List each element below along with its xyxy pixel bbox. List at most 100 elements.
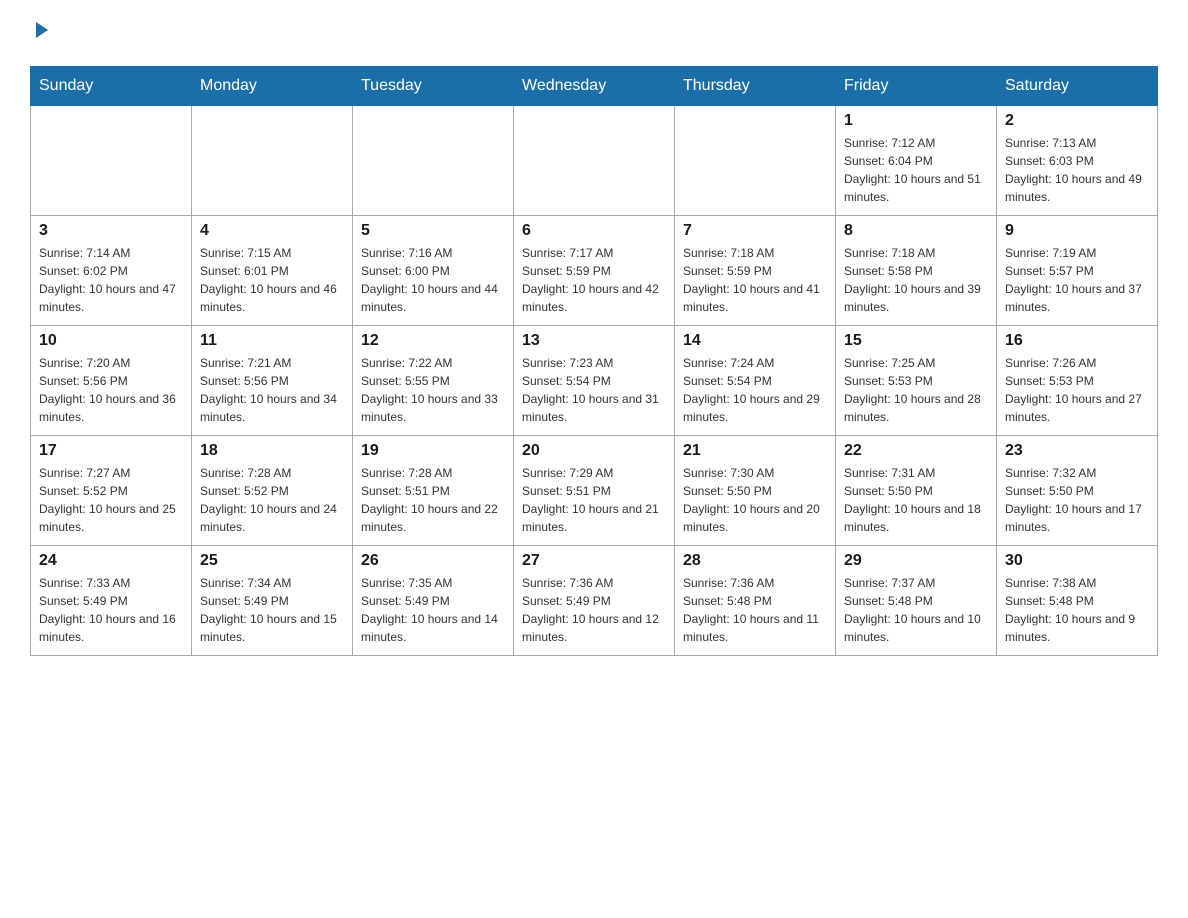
calendar-cell: 30 Sunrise: 7:38 AM Sunset: 5:48 PM Dayli…	[997, 546, 1158, 656]
weekday-header-monday: Monday	[192, 67, 353, 106]
day-number: 25	[200, 552, 344, 570]
calendar-cell: 16 Sunrise: 7:26 AM Sunset: 5:53 PM Dayli…	[997, 326, 1158, 436]
day-info: Sunrise: 7:33 AM Sunset: 5:49 PM Dayligh…	[39, 574, 183, 646]
calendar-cell: 13 Sunrise: 7:23 AM Sunset: 5:54 PM Dayli…	[514, 326, 675, 436]
day-info: Sunrise: 7:26 AM Sunset: 5:53 PM Dayligh…	[1005, 354, 1149, 426]
day-info: Sunrise: 7:25 AM Sunset: 5:53 PM Dayligh…	[844, 354, 988, 426]
day-info: Sunrise: 7:32 AM Sunset: 5:50 PM Dayligh…	[1005, 464, 1149, 536]
day-info: Sunrise: 7:17 AM Sunset: 5:59 PM Dayligh…	[522, 244, 666, 316]
calendar-cell: 9 Sunrise: 7:19 AM Sunset: 5:57 PM Daylig…	[997, 216, 1158, 326]
day-number: 23	[1005, 442, 1149, 460]
weekday-header-wednesday: Wednesday	[514, 67, 675, 106]
week-row-2: 3 Sunrise: 7:14 AM Sunset: 6:02 PM Daylig…	[31, 216, 1158, 326]
day-info: Sunrise: 7:16 AM Sunset: 6:00 PM Dayligh…	[361, 244, 505, 316]
calendar-cell: 19Sunrise: 7:28 AM Sunset: 5:51 PM Dayli…	[353, 436, 514, 546]
day-number: 10	[39, 332, 183, 350]
day-number: 18	[200, 442, 344, 460]
day-number: 17	[39, 442, 183, 460]
day-info: Sunrise: 7:30 AM Sunset: 5:50 PM Dayligh…	[683, 464, 827, 536]
day-info: Sunrise: 7:35 AM Sunset: 5:49 PM Dayligh…	[361, 574, 505, 646]
day-info: Sunrise: 7:31 AM Sunset: 5:50 PM Dayligh…	[844, 464, 988, 536]
calendar-cell	[353, 106, 514, 216]
calendar-cell: 8Sunrise: 7:18 AM Sunset: 5:58 PM Daylig…	[836, 216, 997, 326]
day-number: 13	[522, 332, 666, 350]
calendar-cell: 4 Sunrise: 7:15 AM Sunset: 6:01 PM Daylig…	[192, 216, 353, 326]
calendar-cell	[514, 106, 675, 216]
day-number: 28	[683, 552, 827, 570]
day-info: Sunrise: 7:21 AM Sunset: 5:56 PM Dayligh…	[200, 354, 344, 426]
calendar-cell: 17 Sunrise: 7:27 AM Sunset: 5:52 PM Dayli…	[31, 436, 192, 546]
calendar-cell: 5 Sunrise: 7:16 AM Sunset: 6:00 PM Daylig…	[353, 216, 514, 326]
weekday-header-tuesday: Tuesday	[353, 67, 514, 106]
week-row-1: 1 Sunrise: 7:12 AM Sunset: 6:04 PM Daylig…	[31, 106, 1158, 216]
week-row-4: 17 Sunrise: 7:27 AM Sunset: 5:52 PM Dayli…	[31, 436, 1158, 546]
logo-arrow-icon	[32, 20, 52, 46]
calendar-cell: 3 Sunrise: 7:14 AM Sunset: 6:02 PM Daylig…	[31, 216, 192, 326]
calendar-cell: 23 Sunrise: 7:32 AM Sunset: 5:50 PM Dayli…	[997, 436, 1158, 546]
weekday-header-friday: Friday	[836, 67, 997, 106]
day-info: Sunrise: 7:38 AM Sunset: 5:48 PM Dayligh…	[1005, 574, 1149, 646]
day-number: 30	[1005, 552, 1149, 570]
day-number: 22	[844, 442, 988, 460]
calendar-cell: 28 Sunrise: 7:36 AM Sunset: 5:48 PM Dayli…	[675, 546, 836, 656]
logo	[30, 20, 52, 46]
day-number: 7	[683, 222, 827, 240]
day-info: Sunrise: 7:23 AM Sunset: 5:54 PM Dayligh…	[522, 354, 666, 426]
day-number: 1	[844, 112, 988, 130]
day-number: 24	[39, 552, 183, 570]
weekday-header-saturday: Saturday	[997, 67, 1158, 106]
day-number: 6	[522, 222, 666, 240]
day-info: Sunrise: 7:12 AM Sunset: 6:04 PM Dayligh…	[844, 134, 988, 206]
calendar-table: SundayMondayTuesdayWednesdayThursdayFrid…	[30, 66, 1158, 656]
day-number: 9	[1005, 222, 1149, 240]
calendar-cell	[675, 106, 836, 216]
day-info: Sunrise: 7:29 AM Sunset: 5:51 PM Dayligh…	[522, 464, 666, 536]
calendar-cell: 2Sunrise: 7:13 AM Sunset: 6:03 PM Daylig…	[997, 106, 1158, 216]
calendar-cell: 25 Sunrise: 7:34 AM Sunset: 5:49 PM Dayli…	[192, 546, 353, 656]
day-info: Sunrise: 7:34 AM Sunset: 5:49 PM Dayligh…	[200, 574, 344, 646]
day-number: 15	[844, 332, 988, 350]
day-number: 20	[522, 442, 666, 460]
week-row-3: 10 Sunrise: 7:20 AM Sunset: 5:56 PM Dayli…	[31, 326, 1158, 436]
day-number: 26	[361, 552, 505, 570]
calendar-cell: 18 Sunrise: 7:28 AM Sunset: 5:52 PM Dayli…	[192, 436, 353, 546]
weekday-header-thursday: Thursday	[675, 67, 836, 106]
day-info: Sunrise: 7:19 AM Sunset: 5:57 PM Dayligh…	[1005, 244, 1149, 316]
day-info: Sunrise: 7:18 AM Sunset: 5:59 PM Dayligh…	[683, 244, 827, 316]
calendar-cell: 29Sunrise: 7:37 AM Sunset: 5:48 PM Dayli…	[836, 546, 997, 656]
calendar-cell: 15 Sunrise: 7:25 AM Sunset: 5:53 PM Dayli…	[836, 326, 997, 436]
day-number: 4	[200, 222, 344, 240]
day-number: 5	[361, 222, 505, 240]
day-number: 21	[683, 442, 827, 460]
calendar-cell: 26 Sunrise: 7:35 AM Sunset: 5:49 PM Dayli…	[353, 546, 514, 656]
calendar-cell: 12Sunrise: 7:22 AM Sunset: 5:55 PM Dayli…	[353, 326, 514, 436]
day-info: Sunrise: 7:36 AM Sunset: 5:49 PM Dayligh…	[522, 574, 666, 646]
weekday-header-sunday: Sunday	[31, 67, 192, 106]
weekday-header-row: SundayMondayTuesdayWednesdayThursdayFrid…	[31, 67, 1158, 106]
calendar-cell	[192, 106, 353, 216]
week-row-5: 24 Sunrise: 7:33 AM Sunset: 5:49 PM Dayli…	[31, 546, 1158, 656]
day-number: 3	[39, 222, 183, 240]
day-info: Sunrise: 7:15 AM Sunset: 6:01 PM Dayligh…	[200, 244, 344, 316]
day-number: 29	[844, 552, 988, 570]
day-info: Sunrise: 7:14 AM Sunset: 6:02 PM Dayligh…	[39, 244, 183, 316]
calendar-cell: 22 Sunrise: 7:31 AM Sunset: 5:50 PM Dayli…	[836, 436, 997, 546]
calendar-cell: 6 Sunrise: 7:17 AM Sunset: 5:59 PM Daylig…	[514, 216, 675, 326]
calendar-cell: 7 Sunrise: 7:18 AM Sunset: 5:59 PM Daylig…	[675, 216, 836, 326]
page-header	[30, 20, 1158, 46]
day-number: 16	[1005, 332, 1149, 350]
calendar-cell: 20 Sunrise: 7:29 AM Sunset: 5:51 PM Dayli…	[514, 436, 675, 546]
day-number: 27	[522, 552, 666, 570]
day-info: Sunrise: 7:27 AM Sunset: 5:52 PM Dayligh…	[39, 464, 183, 536]
day-number: 14	[683, 332, 827, 350]
day-info: Sunrise: 7:24 AM Sunset: 5:54 PM Dayligh…	[683, 354, 827, 426]
day-info: Sunrise: 7:36 AM Sunset: 5:48 PM Dayligh…	[683, 574, 827, 646]
day-info: Sunrise: 7:28 AM Sunset: 5:51 PM Dayligh…	[361, 464, 505, 536]
calendar-cell	[31, 106, 192, 216]
day-info: Sunrise: 7:20 AM Sunset: 5:56 PM Dayligh…	[39, 354, 183, 426]
day-info: Sunrise: 7:28 AM Sunset: 5:52 PM Dayligh…	[200, 464, 344, 536]
day-number: 12	[361, 332, 505, 350]
day-number: 2	[1005, 112, 1149, 130]
calendar-cell: 24 Sunrise: 7:33 AM Sunset: 5:49 PM Dayli…	[31, 546, 192, 656]
day-number: 8	[844, 222, 988, 240]
